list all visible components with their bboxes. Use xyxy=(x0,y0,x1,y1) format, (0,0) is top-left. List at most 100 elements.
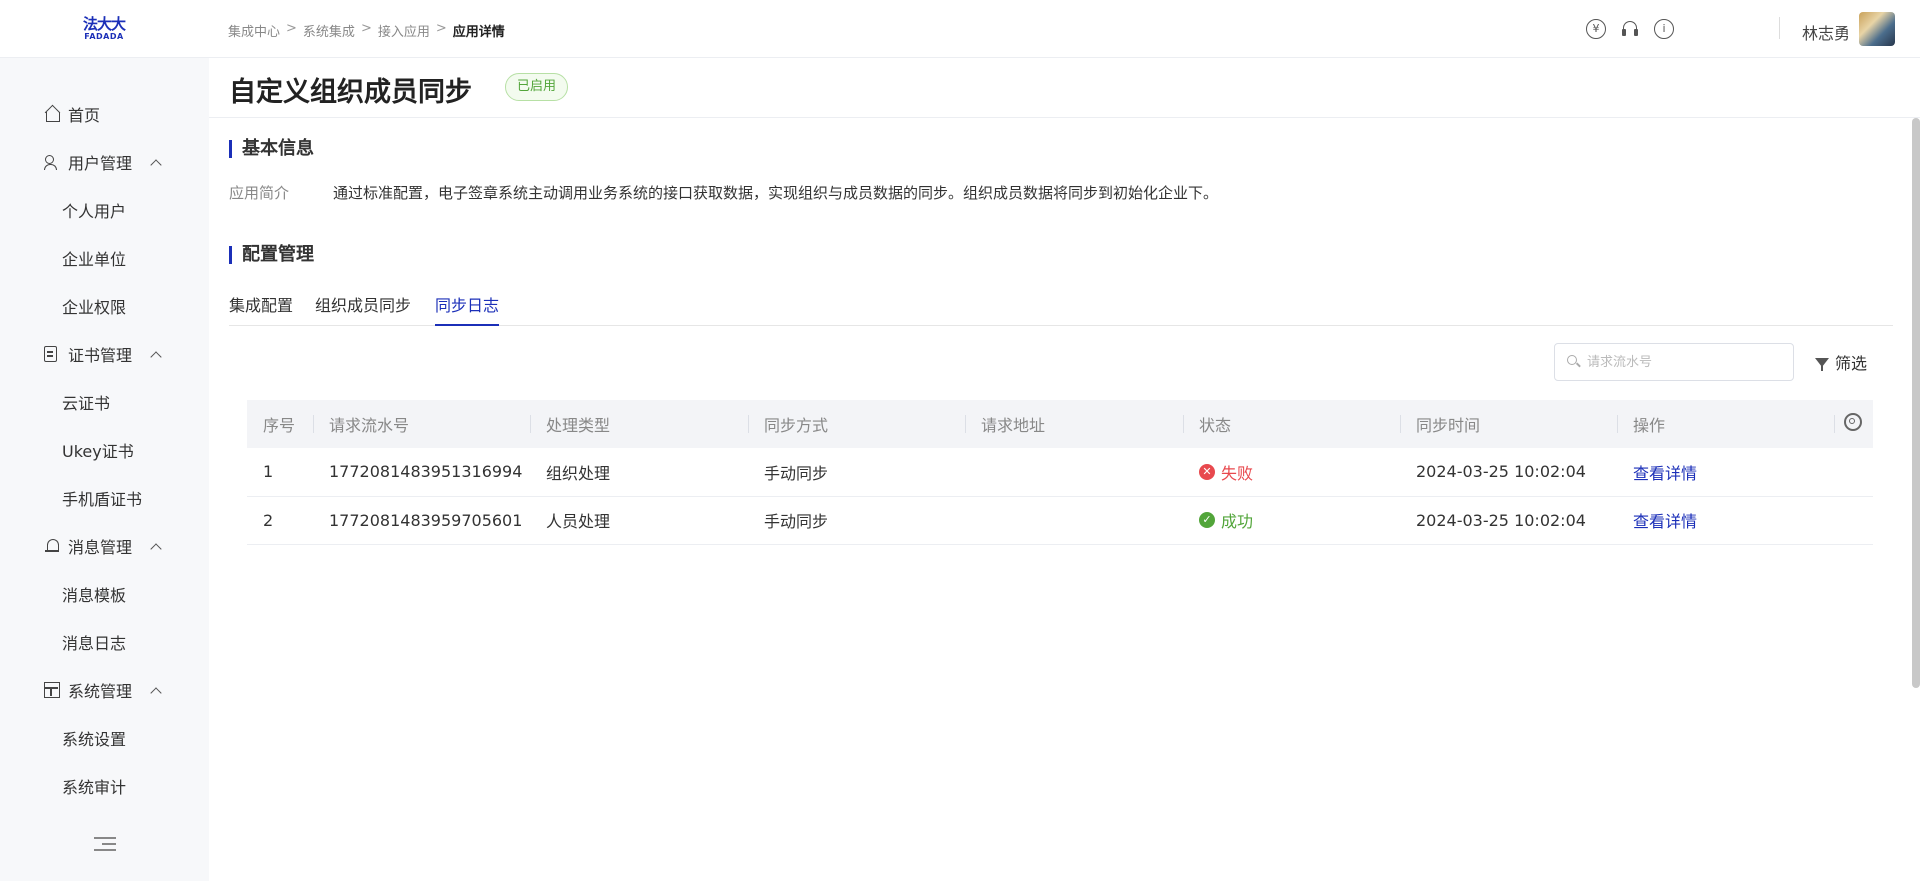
chevron-up-icon xyxy=(150,159,162,171)
system-icon xyxy=(44,682,60,698)
header-icon-group: ¥ i xyxy=(1586,19,1674,39)
cell-type: 人员处理 xyxy=(546,512,611,531)
breadcrumb: 集成中心 > 系统集成 > 接入应用 > 应用详情 xyxy=(228,21,505,40)
home-icon xyxy=(44,106,60,122)
sidebar-item-cloud-certificate[interactable]: 云证书 xyxy=(0,382,209,422)
main-content: 自定义组织成员同步 已启用 基本信息 应用简介 通过标准配置，电子签章系统主动调… xyxy=(209,58,1920,881)
settings-gear-icon[interactable] xyxy=(1844,413,1862,431)
breadcrumb-separator: > xyxy=(286,21,297,36)
status-text: 失败 xyxy=(1221,463,1254,483)
sidebar-item-label: 消息模板 xyxy=(62,586,127,605)
vertical-scrollbar[interactable] xyxy=(1912,118,1920,688)
config-tabs: 集成配置 组织成员同步 同步日志 xyxy=(229,286,1893,326)
sidebar: 首页 用户管理 个人用户 企业单位 企业权限 证书管理 云证书 Ukey证书 手… xyxy=(0,58,209,881)
view-details-link[interactable]: 查看详情 xyxy=(1633,464,1697,483)
column-header-mode: 同步方式 xyxy=(748,400,965,448)
chevron-up-icon xyxy=(150,543,162,555)
sidebar-item-ukey-certificate[interactable]: Ukey证书 xyxy=(0,430,209,470)
section-title-basic-info: 基本信息 xyxy=(229,140,314,158)
sidebar-item-personal-users[interactable]: 个人用户 xyxy=(0,190,209,230)
sidebar-item-label: 企业权限 xyxy=(62,298,127,317)
breadcrumb-current: 应用详情 xyxy=(452,25,505,40)
breadcrumb-integration-center[interactable]: 集成中心 xyxy=(228,21,280,40)
filter-label: 筛选 xyxy=(1835,354,1868,373)
users-icon xyxy=(44,154,60,170)
avatar[interactable] xyxy=(1859,12,1895,46)
sidebar-group-certificate-management[interactable]: 证书管理 xyxy=(0,334,209,374)
headset-icon[interactable] xyxy=(1620,19,1640,39)
cell-empty xyxy=(1834,496,1873,544)
column-header-label: 状态 xyxy=(1199,416,1232,435)
section-title-config: 配置管理 xyxy=(229,246,314,264)
chevron-up-icon xyxy=(150,687,162,699)
column-header-index: 序号 xyxy=(263,416,296,435)
cell-serial: 1772081483959705601 xyxy=(329,510,523,530)
tab-org-member-sync[interactable]: 组织成员同步 xyxy=(315,286,411,326)
success-check-icon: ✓ xyxy=(1199,512,1215,528)
sync-log-table: 序号 请求流水号 处理类型 同步方式 请求地址 状态 同步时间 操作 1 177… xyxy=(247,400,1873,545)
sidebar-item-enterprise-permissions[interactable]: 企业权限 xyxy=(0,286,209,326)
sidebar-item-enterprises[interactable]: 企业单位 xyxy=(0,238,209,278)
sidebar-item-message-logs[interactable]: 消息日志 xyxy=(0,622,209,662)
tab-integration-config[interactable]: 集成配置 xyxy=(229,286,293,326)
cell-type: 组织处理 xyxy=(546,463,611,483)
sidebar-item-system-audit[interactable]: 系统审计 xyxy=(0,766,209,806)
username[interactable]: 林志勇 xyxy=(1802,20,1850,44)
sidebar-item-system-settings[interactable]: 系统设置 xyxy=(0,718,209,758)
sidebar-item-label: 证书管理 xyxy=(68,346,133,365)
intro-label: 应用简介 xyxy=(229,184,290,202)
sidebar-item-label: 系统管理 xyxy=(68,682,133,701)
column-header-status: 状态 xyxy=(1183,400,1400,448)
status-text: 成功 xyxy=(1221,512,1254,531)
sidebar-item-label: 用户管理 xyxy=(68,154,133,173)
table-row: 2 1772081483959705601 人员处理 手动同步 ✓ 成功 202… xyxy=(247,496,1873,544)
sidebar-group-user-management[interactable]: 用户管理 xyxy=(0,142,209,182)
collapse-sidebar-icon[interactable] xyxy=(94,836,116,852)
filter-button[interactable]: 筛选 xyxy=(1815,349,1867,375)
sidebar-item-label: 消息日志 xyxy=(62,634,127,653)
chevron-up-icon xyxy=(150,351,162,363)
cell-time: 2024-03-25 10:02:04 xyxy=(1416,510,1586,530)
cell-mode: 手动同步 xyxy=(764,463,829,483)
cell-action: 查看详情 xyxy=(1617,496,1834,544)
info-icon[interactable]: i xyxy=(1654,19,1674,39)
top-header: 法大大 FADADA 集成中心 > 系统集成 > 接入应用 > 应用详情 ¥ i… xyxy=(0,0,1920,58)
fadada-logo[interactable]: 法大大 FADADA xyxy=(80,15,128,42)
sidebar-item-label: Ukey证书 xyxy=(62,442,134,461)
column-header-serial: 请求流水号 xyxy=(313,400,530,448)
logo-text-cn: 法大大 xyxy=(82,15,126,33)
sidebar-item-home[interactable]: 首页 xyxy=(0,94,209,134)
view-details-link[interactable]: 查看详情 xyxy=(1633,512,1697,531)
breadcrumb-separator: > xyxy=(435,21,447,36)
breadcrumb-system-integration[interactable]: 系统集成 xyxy=(303,21,355,40)
status-success: ✓ 成功 xyxy=(1199,508,1253,532)
cell-serial: 1772081483951316994 xyxy=(329,462,523,482)
cell-index: 1 xyxy=(263,462,274,482)
sidebar-item-message-templates[interactable]: 消息模板 xyxy=(0,574,209,614)
sidebar-group-system-management[interactable]: 系统管理 xyxy=(0,670,209,710)
serial-search-input[interactable] xyxy=(1587,344,1787,380)
sidebar-item-label: 首页 xyxy=(68,106,101,125)
cell-url xyxy=(965,496,1183,544)
sidebar-item-mobile-shield-certificate[interactable]: 手机盾证书 xyxy=(0,478,209,518)
yuan-icon[interactable]: ¥ xyxy=(1586,19,1606,39)
breadcrumb-connected-apps[interactable]: 接入应用 xyxy=(378,21,430,40)
document-icon xyxy=(44,346,57,362)
cell-time: 2024-03-25 10:02:04 xyxy=(1416,462,1586,482)
sidebar-group-message-management[interactable]: 消息管理 xyxy=(0,526,209,566)
bell-icon xyxy=(44,538,60,554)
cell-status: ✕ 失败 xyxy=(1183,448,1400,496)
intro-text: 通过标准配置，电子签章系统主动调用业务系统的接口获取数据，实现组织与成员数据的同… xyxy=(333,184,1219,202)
column-header-type: 处理类型 xyxy=(530,400,748,448)
column-header-label: 请求流水号 xyxy=(329,416,410,435)
column-header-label: 同步时间 xyxy=(1416,416,1481,435)
column-header-time: 同步时间 xyxy=(1400,400,1617,448)
tab-sync-log[interactable]: 同步日志 xyxy=(435,286,500,326)
cell-empty xyxy=(1834,448,1873,496)
sidebar-item-label: 云证书 xyxy=(62,394,111,413)
column-header-label: 请求地址 xyxy=(981,416,1046,435)
cell-index: 2 xyxy=(263,510,274,530)
sidebar-item-label: 消息管理 xyxy=(68,538,133,557)
sidebar-item-label: 手机盾证书 xyxy=(62,490,143,509)
column-header-label: 处理类型 xyxy=(546,416,611,435)
